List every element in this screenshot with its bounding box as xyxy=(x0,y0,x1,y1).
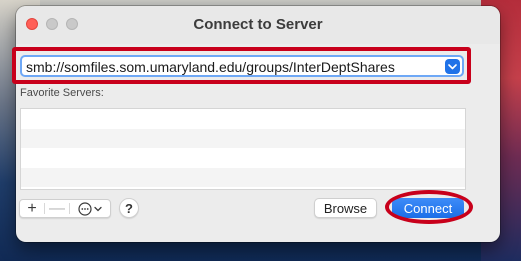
chevron-down-icon xyxy=(448,63,457,69)
add-favorite-button[interactable]: + xyxy=(20,200,44,217)
list-row[interactable] xyxy=(21,148,465,168)
window-title: Connect to Server xyxy=(193,16,323,33)
help-button[interactable]: ? xyxy=(119,198,139,218)
chevron-down-icon xyxy=(94,206,102,211)
ellipsis-circle-icon xyxy=(78,201,92,216)
list-row[interactable] xyxy=(21,128,465,148)
favorite-servers-list[interactable] xyxy=(20,108,466,190)
favorites-toolbar: + — xyxy=(19,199,111,218)
server-address-value[interactable]: smb://somfiles.som.umaryland.edu/groups/… xyxy=(26,59,395,75)
favorite-servers-label: Favorite Servers: xyxy=(20,87,104,99)
more-actions-button[interactable] xyxy=(70,200,110,217)
list-row[interactable] xyxy=(21,109,465,129)
remove-favorite-button[interactable]: — xyxy=(45,200,69,217)
server-address-input[interactable]: smb://somfiles.som.umaryland.edu/groups/… xyxy=(20,55,464,77)
recent-servers-dropdown[interactable] xyxy=(445,59,460,74)
browse-button[interactable]: Browse xyxy=(314,198,377,218)
list-row[interactable] xyxy=(21,167,465,187)
connect-annotation-ellipse xyxy=(385,190,473,224)
title-bar: Connect to Server xyxy=(16,6,500,44)
